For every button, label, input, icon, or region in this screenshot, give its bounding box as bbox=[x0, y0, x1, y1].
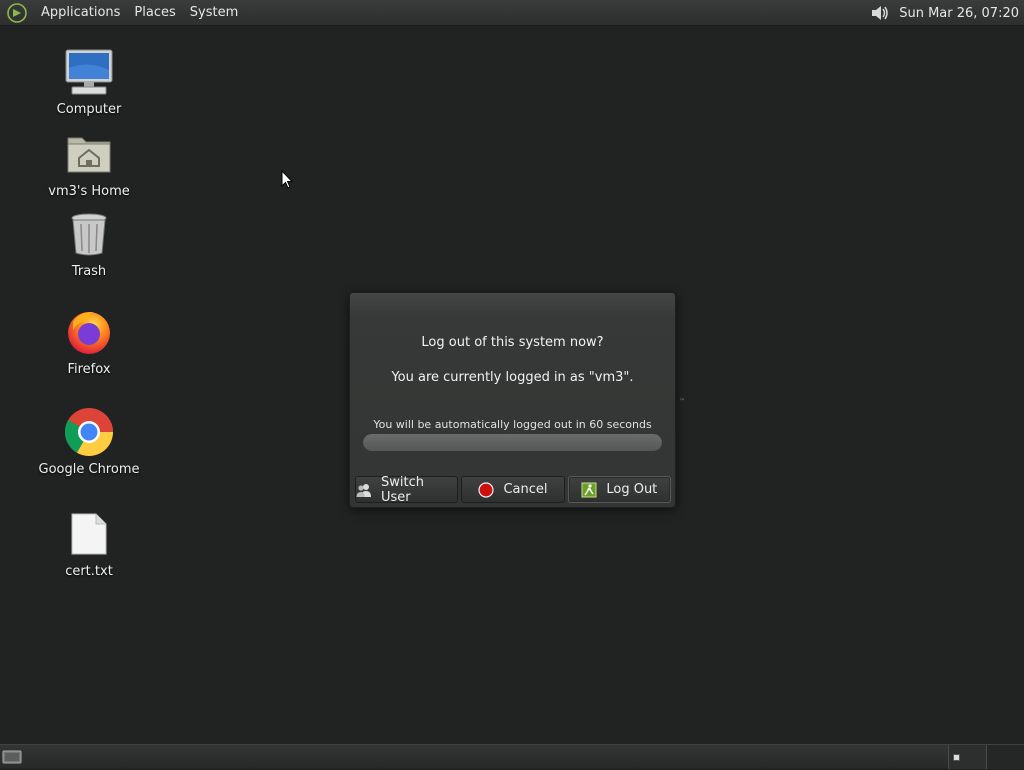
mate-logo-icon[interactable] bbox=[6, 2, 28, 24]
stop-icon bbox=[478, 482, 494, 498]
desktop-icon-cert-txt[interactable]: cert.txt bbox=[34, 508, 144, 579]
desktop-icon-label: Google Chrome bbox=[39, 462, 140, 477]
dialog-subtitle: You are currently logged in as "vm3". bbox=[350, 370, 675, 385]
cancel-button[interactable]: Cancel bbox=[461, 476, 564, 503]
desktop-icon-chrome[interactable]: Google Chrome bbox=[34, 406, 144, 477]
places-menu[interactable]: Places bbox=[127, 0, 182, 26]
bottom-panel bbox=[0, 744, 1024, 768]
workspace-window-thumb bbox=[953, 754, 960, 761]
applications-menu[interactable]: Applications bbox=[34, 0, 127, 26]
text-file-icon bbox=[63, 508, 115, 560]
desktop-icon-label: Trash bbox=[72, 264, 106, 279]
workspace-1[interactable] bbox=[948, 745, 986, 769]
system-menu[interactable]: System bbox=[183, 0, 245, 26]
users-icon bbox=[356, 482, 372, 498]
clock[interactable]: Sun Mar 26, 07:20 bbox=[899, 6, 1024, 21]
show-desktop-icon[interactable] bbox=[2, 748, 22, 766]
background-artifact: ™ bbox=[679, 398, 685, 405]
desktop-icon-firefox[interactable]: Firefox bbox=[34, 306, 144, 377]
home-folder-icon bbox=[63, 128, 115, 180]
log-out-label: Log Out bbox=[606, 482, 657, 497]
mouse-cursor-icon bbox=[281, 170, 293, 194]
desktop-icon-label: cert.txt bbox=[65, 564, 113, 579]
switch-user-button[interactable]: Switch User bbox=[355, 476, 458, 503]
volume-icon[interactable] bbox=[869, 2, 891, 24]
cancel-label: Cancel bbox=[503, 482, 547, 497]
dialog-title: Log out of this system now? bbox=[350, 335, 675, 350]
dialog-button-row: Switch User Cancel Log Out bbox=[355, 476, 671, 503]
desktop-icon-label: Firefox bbox=[67, 362, 110, 377]
desktop-icon-label: Computer bbox=[57, 102, 122, 117]
countdown-progress-fill bbox=[363, 434, 662, 451]
trash-icon bbox=[63, 208, 115, 260]
logout-dialog: Log out of this system now? You are curr… bbox=[349, 292, 676, 508]
desktop-icon-trash[interactable]: Trash bbox=[34, 208, 144, 279]
exit-icon bbox=[581, 482, 597, 498]
computer-icon bbox=[63, 46, 115, 98]
workspace-switcher bbox=[948, 745, 1024, 769]
chrome-icon bbox=[63, 406, 115, 458]
log-out-button[interactable]: Log Out bbox=[568, 476, 671, 503]
desktop-icon-computer[interactable]: Computer bbox=[34, 46, 144, 117]
desktop-icon-home[interactable]: vm3's Home bbox=[34, 128, 144, 199]
countdown-text: You will be automatically logged out in … bbox=[350, 418, 675, 431]
top-panel: Applications Places System Sun Mar 26, 0… bbox=[0, 0, 1024, 26]
panel-tray: Sun Mar 26, 07:20 bbox=[869, 0, 1024, 26]
firefox-icon bbox=[63, 306, 115, 358]
desktop-icon-label: vm3's Home bbox=[48, 184, 130, 199]
countdown-progress-bar bbox=[363, 434, 662, 451]
workspace-2[interactable] bbox=[986, 745, 1024, 769]
switch-user-label: Switch User bbox=[381, 475, 457, 505]
